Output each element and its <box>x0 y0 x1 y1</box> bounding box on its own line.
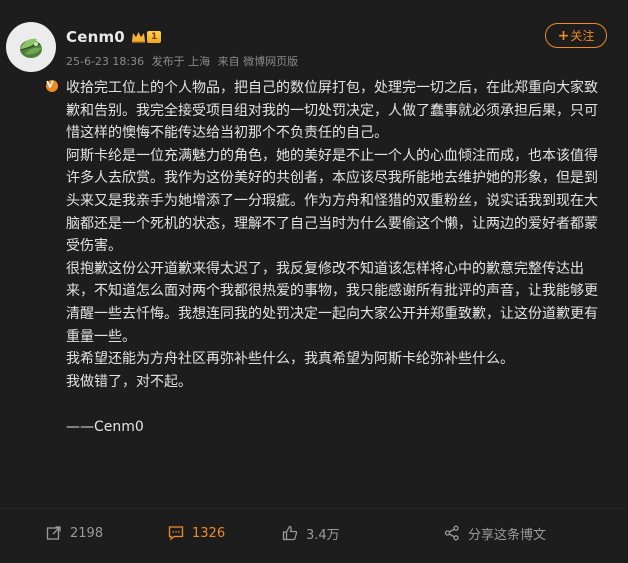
action-bar: 2198 1326 3.4万 分享这条博文 <box>0 516 628 550</box>
username[interactable]: Cenm0 <box>66 28 125 46</box>
post-meta: 25-6-23 18:36 发布于 上海 来自 微博网页版 <box>66 53 302 69</box>
post-paragraph: 我希望还能为方舟社区再弥补些什么，我真希望为阿斯卡纶弥补些什么。 <box>66 351 514 368</box>
comment-button[interactable]: 1326 <box>168 516 225 550</box>
post-body: 收拾完工位上的个人物品，把自己的数位屏打包，处理完一切之后，在此郑重向大家致歉和… <box>66 77 610 439</box>
comment-count: 1326 <box>192 525 226 541</box>
share-icon <box>444 525 459 541</box>
post-paragraph: 很抱歉这份公开道歉来得太迟了，我反复修改不知道该怎样将心中的歉意完整传达出来，不… <box>66 260 598 345</box>
follow-label: 关注 <box>570 29 595 43</box>
repost-icon <box>46 526 61 540</box>
level-number: 1 <box>146 31 162 43</box>
post-location: 发布于 上海 <box>151 55 211 68</box>
post-source: 来自 微博网页版 <box>217 55 299 68</box>
share-button[interactable]: 分享这条博文 <box>444 516 546 550</box>
share-label: 分享这条博文 <box>468 527 547 543</box>
post-signature: ——Cenm0 <box>66 418 144 435</box>
avatar-leaf-icon <box>20 38 42 58</box>
crown-icon <box>131 32 145 43</box>
repost-count: 2198 <box>70 525 104 541</box>
level-badge[interactable]: 1 <box>131 31 162 43</box>
post-date[interactable]: 25-6-23 18:36 <box>66 55 144 68</box>
avatar[interactable] <box>6 22 60 94</box>
comment-icon <box>168 526 184 541</box>
weibo-post-card: Cenm0 1 25-6-23 18:36 发布于 上海 来自 微博网页版 + … <box>0 0 628 563</box>
post-paragraph: 我做错了，对不起。 <box>66 373 192 390</box>
user-name-row: Cenm0 1 <box>66 26 162 48</box>
post-paragraph: 收拾完工位上的个人物品，把自己的数位屏打包，处理完一切之后，在此郑重向大家致歉和… <box>66 80 598 142</box>
like-button[interactable]: 3.4万 <box>282 516 340 550</box>
like-icon <box>282 525 298 541</box>
like-count: 3.4万 <box>306 527 340 543</box>
verified-icon <box>44 78 60 94</box>
plus-icon: + <box>557 27 570 44</box>
follow-button[interactable]: + 关注 <box>545 23 607 48</box>
footer-divider <box>0 508 628 509</box>
post-paragraph: 阿斯卡纶是一位充满魅力的角色，她的美好是不止一个人的心血倾注而成，也本该值得许多… <box>66 147 598 255</box>
repost-button[interactable]: 2198 <box>46 516 103 550</box>
